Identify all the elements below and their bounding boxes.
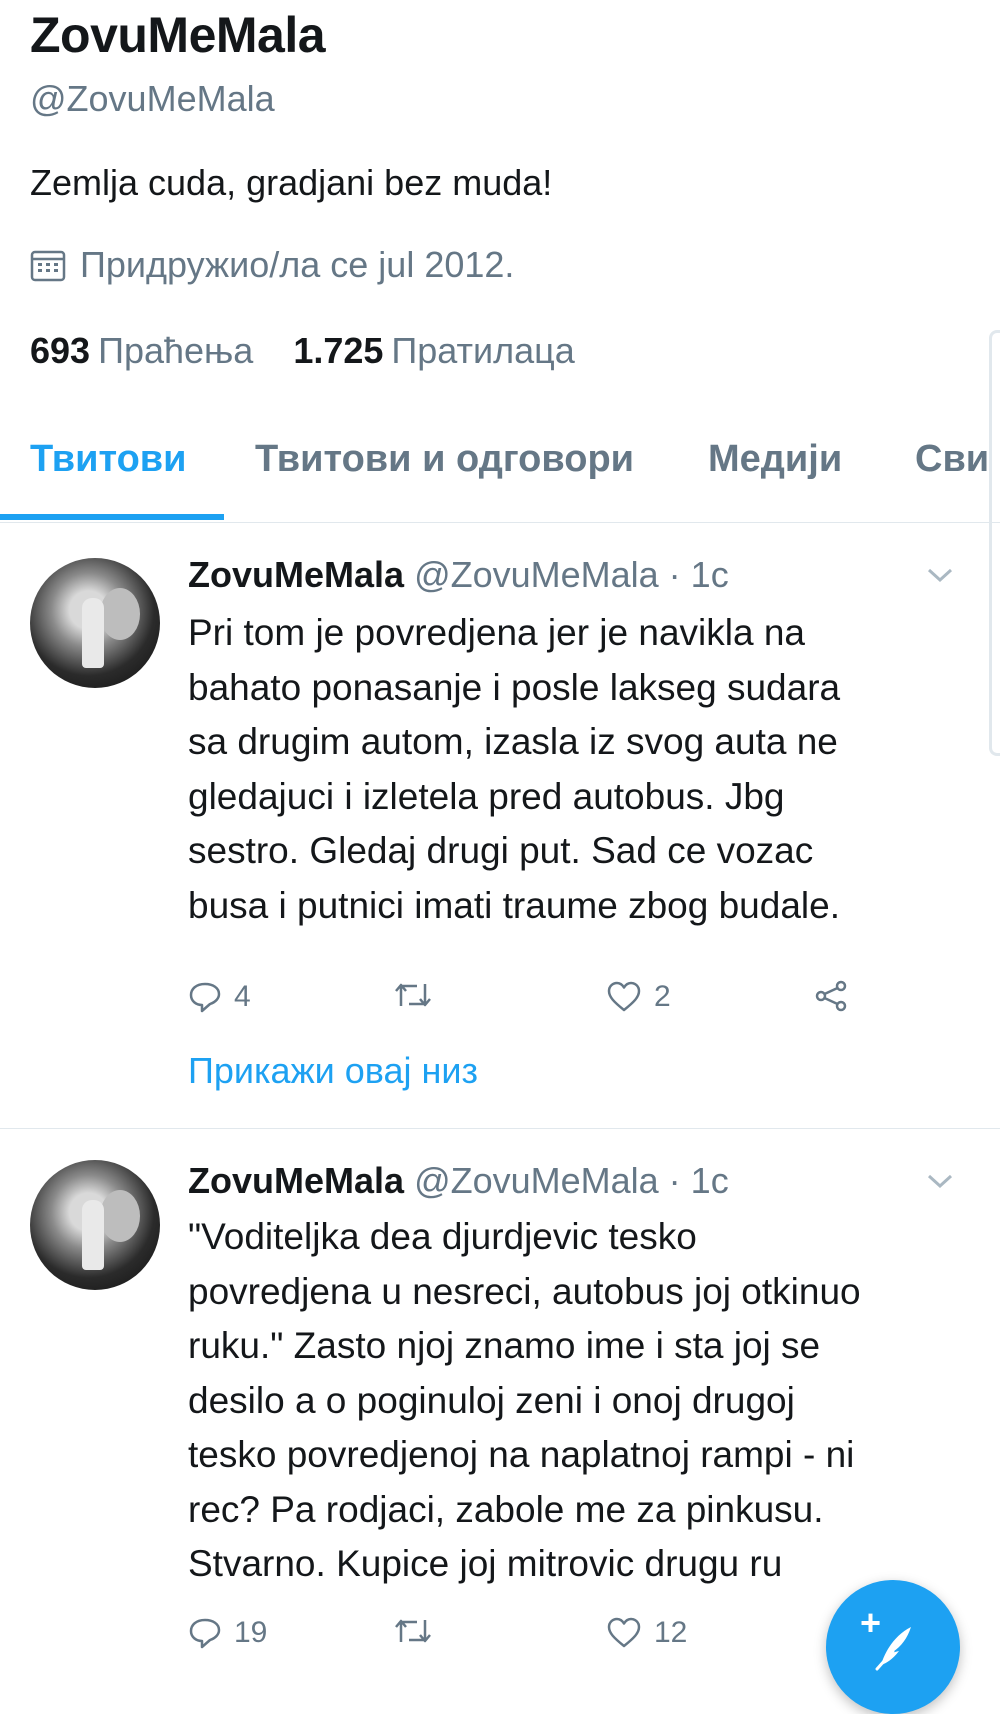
tweet-header: ZovuMeMala @ZovuMeMala · 1с bbox=[188, 1160, 729, 1202]
avatar[interactable] bbox=[30, 1160, 160, 1290]
tweet-text-line: ruku." Zasto njoj znamo ime i sta joj se bbox=[188, 1325, 821, 1366]
tweet-text-line: Stvarno. Kupice joj mitrovic drugu ru bbox=[188, 1543, 783, 1584]
tweet-text-line: gledajuci i izletela pred autobus. Jbg bbox=[188, 775, 785, 817]
following-label: Праћења bbox=[98, 330, 254, 371]
reply-button[interactable]: 19 bbox=[188, 1616, 267, 1650]
share-icon bbox=[815, 980, 847, 1012]
avatar[interactable] bbox=[30, 558, 160, 688]
retweet-button[interactable] bbox=[393, 980, 445, 1010]
like-count: 2 bbox=[654, 980, 671, 1013]
chevron-down-icon[interactable] bbox=[926, 566, 954, 584]
tweet-text-line: "Voditeljka dea djurdjevic tesko bbox=[188, 1216, 697, 1257]
tweet-author-name[interactable]: ZovuMeMala bbox=[188, 1160, 404, 1201]
tweet-header: ZovuMeMala @ZovuMeMala · 1с bbox=[188, 554, 729, 596]
tab-media[interactable]: Медији bbox=[708, 438, 842, 481]
retweet-icon bbox=[395, 983, 431, 1007]
retweet-icon bbox=[395, 1619, 431, 1643]
following-count: 693 bbox=[30, 330, 91, 371]
tweet-text-line: Pri tom je povredjena jer je navikla na bbox=[188, 612, 805, 653]
tweet-meta: @ZovuMeMala · 1с bbox=[414, 1160, 729, 1201]
tweet-card[interactable]: ZovuMeMala @ZovuMeMala · 1с Pri tom je p… bbox=[0, 522, 1000, 1130]
joined-text: Придружио/ла се jul 2012. bbox=[80, 244, 515, 285]
reply-button[interactable]: 4 bbox=[188, 980, 251, 1014]
like-button[interactable]: 12 bbox=[606, 1616, 687, 1650]
active-tab-indicator bbox=[0, 514, 224, 520]
tab-likes[interactable]: Сви bbox=[915, 438, 989, 481]
retweet-button[interactable] bbox=[393, 1616, 445, 1646]
calendar-icon bbox=[30, 250, 66, 282]
tweet-text-line: busa i putnici imati traume zbog budale. bbox=[188, 884, 840, 926]
profile-bio: Zemlja cuda, gradjani bez muda! bbox=[30, 162, 553, 203]
tab-tweets[interactable]: Твитови bbox=[30, 438, 187, 481]
tweet-text: Pri tom je povredjena jer je navikla na … bbox=[188, 606, 968, 933]
tweet-meta: @ZovuMeMala · 1с bbox=[414, 554, 729, 595]
tweet-text: "Voditeljka dea djurdjevic tesko povredj… bbox=[188, 1210, 968, 1592]
share-button[interactable] bbox=[813, 980, 861, 1012]
profile-name: ZovuMeMala bbox=[30, 7, 326, 63]
compose-tweet-button[interactable]: + bbox=[826, 1580, 960, 1714]
tweet-text-line: bahato ponasanje i posle lakseg sudara bbox=[188, 666, 841, 708]
follow-stats: 693 Праћења 1.725 Пратилаца bbox=[30, 330, 575, 372]
tweet-text-line: desilo a o poginuloj zeni i onoj drugoj bbox=[188, 1379, 795, 1421]
profile-tabs: Твитови Твитови и одговори Медији Сви bbox=[0, 410, 1000, 523]
tweet-text-line: tesko povredjenoj na naplatnoj rampi - n… bbox=[188, 1434, 855, 1475]
reply-count: 4 bbox=[234, 980, 251, 1013]
tweet-text-line: sa drugim autom, izasla iz svog auta ne bbox=[188, 721, 838, 762]
tweet-actions: 4 2 bbox=[188, 980, 868, 1030]
profile-joined: Придружио/ла се jul 2012. bbox=[30, 244, 514, 286]
like-count: 12 bbox=[654, 1616, 688, 1649]
plus-icon: + bbox=[860, 1602, 882, 1643]
tweet-author-name[interactable]: ZovuMeMala bbox=[188, 554, 404, 595]
following-link[interactable]: 693 Праћења bbox=[30, 330, 253, 372]
tweet-text-line: povredjena u nesreci, autobus joj otkinu… bbox=[188, 1270, 861, 1312]
followers-count: 1.725 bbox=[293, 330, 384, 371]
followers-label: Пратилаца bbox=[391, 330, 575, 371]
chevron-down-icon[interactable] bbox=[926, 1172, 954, 1190]
reply-icon bbox=[189, 1618, 221, 1649]
like-button[interactable]: 2 bbox=[606, 980, 671, 1014]
like-icon bbox=[607, 981, 641, 1012]
tweet-text-line: sestro. Gledaj drugi put. Sad ce vozac bbox=[188, 830, 814, 871]
like-icon bbox=[607, 1617, 641, 1648]
followers-link[interactable]: 1.725 Пратилаца bbox=[293, 330, 575, 372]
reply-icon bbox=[189, 982, 221, 1013]
tweet-text-line: rec? Pa rodjaci, zabole me za pinkusu. bbox=[188, 1488, 824, 1530]
profile-handle: @ZovuMeMala bbox=[30, 78, 275, 119]
tweet-actions: 19 12 bbox=[188, 1616, 868, 1666]
tab-tweets-and-replies[interactable]: Твитови и одговори bbox=[255, 438, 634, 481]
show-thread-link[interactable]: Прикажи овај низ bbox=[188, 1050, 478, 1092]
reply-count: 19 bbox=[234, 1616, 268, 1649]
